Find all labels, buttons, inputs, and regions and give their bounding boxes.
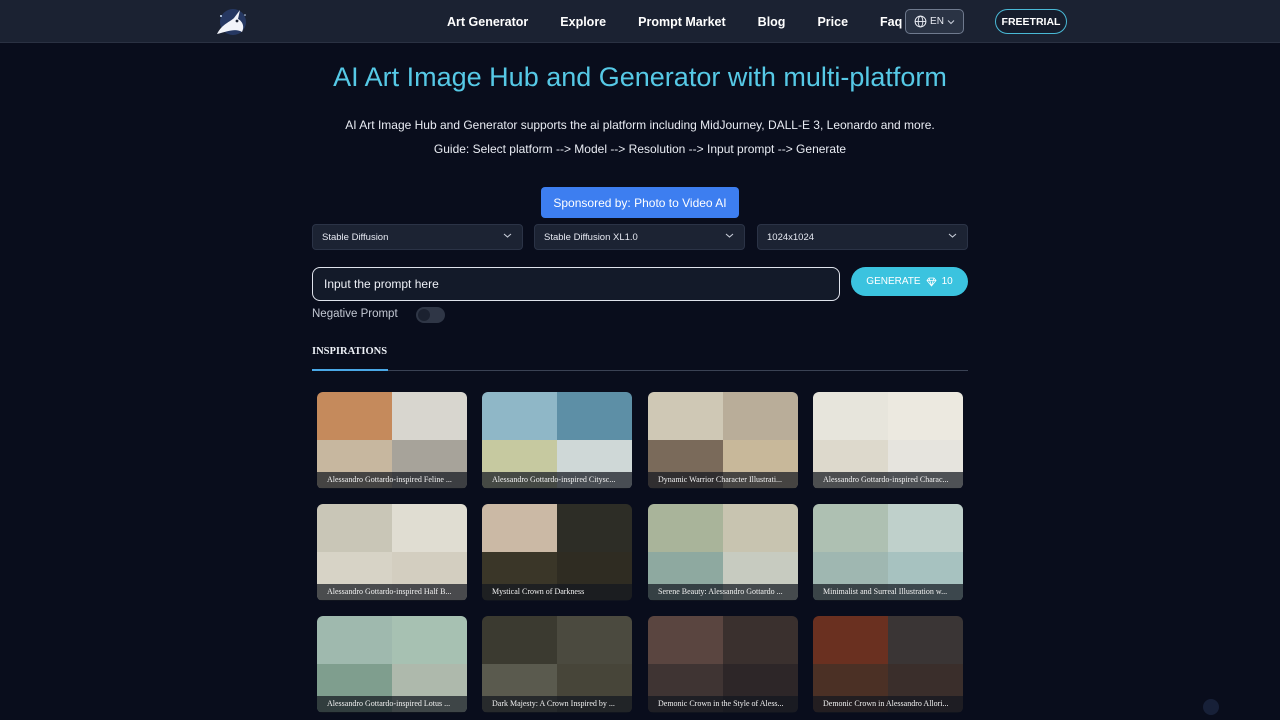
card-caption: Alessandro Gottardo-inspired Charac... [813, 472, 963, 489]
card-thumbnail [723, 504, 798, 552]
card-thumbnail [557, 504, 632, 552]
unicorn-logo-icon[interactable] [212, 6, 250, 38]
card-caption: Alessandro Gottardo-inspired Half B... [317, 584, 467, 601]
card-thumbnail [813, 504, 888, 552]
card-thumbnail [888, 504, 963, 552]
platform-select-value: Stable Diffusion [322, 231, 389, 243]
nav-prompt-market[interactable]: Prompt Market [638, 15, 726, 29]
tab-divider [312, 370, 968, 371]
resolution-select[interactable]: 1024x1024 [757, 224, 968, 250]
inspiration-card[interactable]: Demonic Crown in Alessandro Allori... [813, 616, 963, 713]
nav-blog[interactable]: Blog [758, 15, 786, 29]
inspiration-card[interactable]: Serene Beauty: Alessandro Gottardo ... [648, 504, 798, 601]
nav-explore[interactable]: Explore [560, 15, 606, 29]
card-caption: Serene Beauty: Alessandro Gottardo ... [648, 584, 798, 601]
nav-links: Art Generator Explore Prompt Market Blog… [431, 0, 918, 43]
card-thumbnail [648, 392, 723, 440]
card-caption: Alessandro Gottardo-inspired Feline ... [317, 472, 467, 489]
globe-icon [914, 15, 927, 28]
inspiration-card[interactable]: Alessandro Gottardo-inspired Lotus ... [317, 616, 467, 713]
nav-price[interactable]: Price [817, 15, 848, 29]
negative-prompt-label: Negative Prompt [312, 308, 398, 320]
inspiration-card[interactable]: Dark Majesty: A Crown Inspired by ... [482, 616, 632, 713]
chevron-down-icon [947, 19, 955, 24]
model-select-value: Stable Diffusion XL1.0 [544, 231, 638, 243]
card-caption: Demonic Crown in the Style of Aless... [648, 696, 798, 713]
card-caption: Alessandro Gottardo-inspired Citysc... [482, 472, 632, 489]
card-thumbnail [482, 616, 557, 664]
generate-button[interactable]: GENERATE 10 [851, 267, 968, 296]
language-label: EN [930, 16, 944, 27]
card-thumbnail [317, 616, 392, 664]
tab-inspirations[interactable]: INSPIRATIONS [312, 346, 387, 357]
inspiration-card[interactable]: Alessandro Gottardo-inspired Charac... [813, 392, 963, 489]
inspiration-card[interactable]: Mystical Crown of Darkness [482, 504, 632, 601]
top-navbar: Art Generator Explore Prompt Market Blog… [0, 0, 1280, 43]
card-thumbnail [557, 392, 632, 440]
inspiration-card[interactable]: Minimalist and Surreal Illustration w... [813, 504, 963, 601]
chevron-down-icon [725, 233, 734, 238]
card-thumbnail [482, 392, 557, 440]
card-caption: Demonic Crown in Alessandro Allori... [813, 696, 963, 713]
inspiration-card[interactable]: Alessandro Gottardo-inspired Half B... [317, 504, 467, 601]
card-thumbnail [557, 616, 632, 664]
card-caption: Mystical Crown of Darkness [482, 584, 632, 601]
card-thumbnail [888, 616, 963, 664]
language-selector[interactable]: EN [905, 9, 964, 34]
negative-prompt-toggle[interactable] [416, 307, 445, 323]
card-thumbnail [317, 504, 392, 552]
card-caption: Minimalist and Surreal Illustration w... [813, 584, 963, 601]
card-thumbnail [392, 616, 467, 664]
card-thumbnail [482, 504, 557, 552]
generate-label: GENERATE [866, 276, 921, 287]
watermark-icon [1203, 699, 1219, 715]
card-thumbnail [723, 616, 798, 664]
card-thumbnail [723, 392, 798, 440]
prompt-input[interactable]: Input the prompt here [312, 267, 840, 301]
nav-art-generator[interactable]: Art Generator [447, 15, 528, 29]
chevron-down-icon [503, 233, 512, 238]
card-thumbnail [392, 392, 467, 440]
inspiration-card[interactable]: Alessandro Gottardo-inspired Citysc... [482, 392, 632, 489]
card-caption: Dark Majesty: A Crown Inspired by ... [482, 696, 632, 713]
card-thumbnail [317, 392, 392, 440]
card-thumbnail [648, 616, 723, 664]
prompt-placeholder: Input the prompt here [324, 277, 439, 291]
inspiration-card[interactable]: Demonic Crown in the Style of Aless... [648, 616, 798, 713]
card-caption: Dynamic Warrior Character Illustrati... [648, 472, 798, 489]
sponsor-button[interactable]: Sponsored by: Photo to Video AI [541, 187, 739, 218]
card-thumbnail [813, 616, 888, 664]
page-title: AI Art Image Hub and Generator with mult… [333, 62, 947, 92]
card-thumbnail [813, 392, 888, 440]
freetrial-button[interactable]: FREETRIAL [995, 9, 1067, 34]
toggle-knob [418, 309, 430, 321]
card-thumbnail [888, 392, 963, 440]
hero-guide: Guide: Select platform --> Model --> Res… [433, 142, 847, 156]
diamond-icon [926, 277, 937, 287]
chevron-down-icon [948, 233, 957, 238]
generate-cost: 10 [941, 276, 953, 287]
model-select[interactable]: Stable Diffusion XL1.0 [534, 224, 745, 250]
hero-subtitle: AI Art Image Hub and Generator supports … [345, 118, 935, 132]
inspiration-card[interactable]: Alessandro Gottardo-inspired Feline ... [317, 392, 467, 489]
nav-faq[interactable]: Faq [880, 15, 902, 29]
inspiration-card[interactable]: Dynamic Warrior Character Illustrati... [648, 392, 798, 489]
resolution-select-value: 1024x1024 [767, 231, 815, 243]
card-thumbnail [648, 504, 723, 552]
platform-select[interactable]: Stable Diffusion [312, 224, 523, 250]
card-thumbnail [392, 504, 467, 552]
tab-active-indicator [312, 369, 388, 371]
card-caption: Alessandro Gottardo-inspired Lotus ... [317, 696, 467, 713]
